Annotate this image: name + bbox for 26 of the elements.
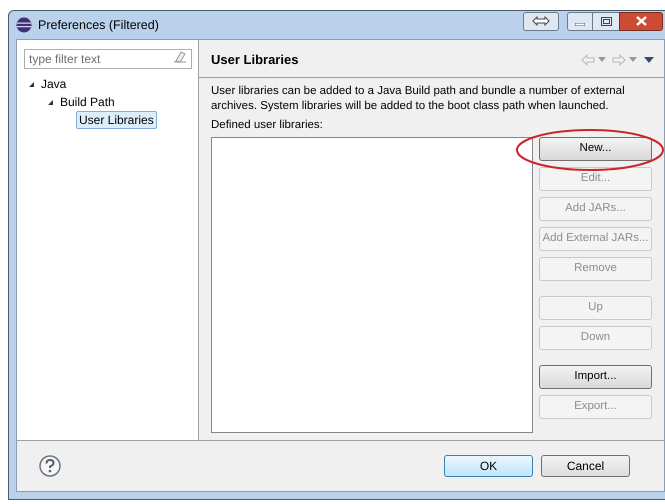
view-menu-icon[interactable] bbox=[644, 56, 654, 62]
expanded-arrow-icon[interactable] bbox=[46, 98, 54, 106]
tree-item[interactable]: Build Path bbox=[57, 93, 118, 111]
minimize-button[interactable] bbox=[567, 12, 593, 30]
expanded-arrow-icon[interactable] bbox=[28, 80, 34, 88]
tree-item[interactable]: Java bbox=[38, 75, 70, 93]
dialog-button[interactable]: OK bbox=[444, 455, 533, 477]
double-arrow-icon bbox=[532, 16, 550, 26]
action-button[interactable]: New... bbox=[539, 137, 652, 161]
close-icon bbox=[636, 16, 646, 26]
action-button[interactable]: Import... bbox=[539, 365, 652, 389]
clear-icon[interactable] bbox=[173, 50, 187, 63]
maximize-icon bbox=[600, 16, 612, 26]
minimize-icon bbox=[575, 22, 585, 26]
page-title: User Libraries bbox=[211, 50, 298, 69]
window-title: Preferences (Filtered) bbox=[38, 16, 159, 34]
filter-field[interactable]: type filter text bbox=[24, 49, 192, 69]
description-text: User libraries can be added to a Java Build path and bundle a number of external archives. System libraries will be added to the boot class path when launched. bbox=[211, 84, 626, 114]
close-button[interactable] bbox=[619, 12, 663, 30]
maximize-button[interactable] bbox=[593, 12, 619, 30]
dialog-button[interactable]: Cancel bbox=[541, 455, 630, 477]
app-logo-icon bbox=[16, 17, 32, 33]
help-icon[interactable] bbox=[39, 455, 61, 477]
switch-button[interactable] bbox=[523, 12, 559, 30]
list-label: Defined user libraries: bbox=[211, 118, 323, 133]
tree-item[interactable]: User Libraries bbox=[76, 111, 157, 129]
